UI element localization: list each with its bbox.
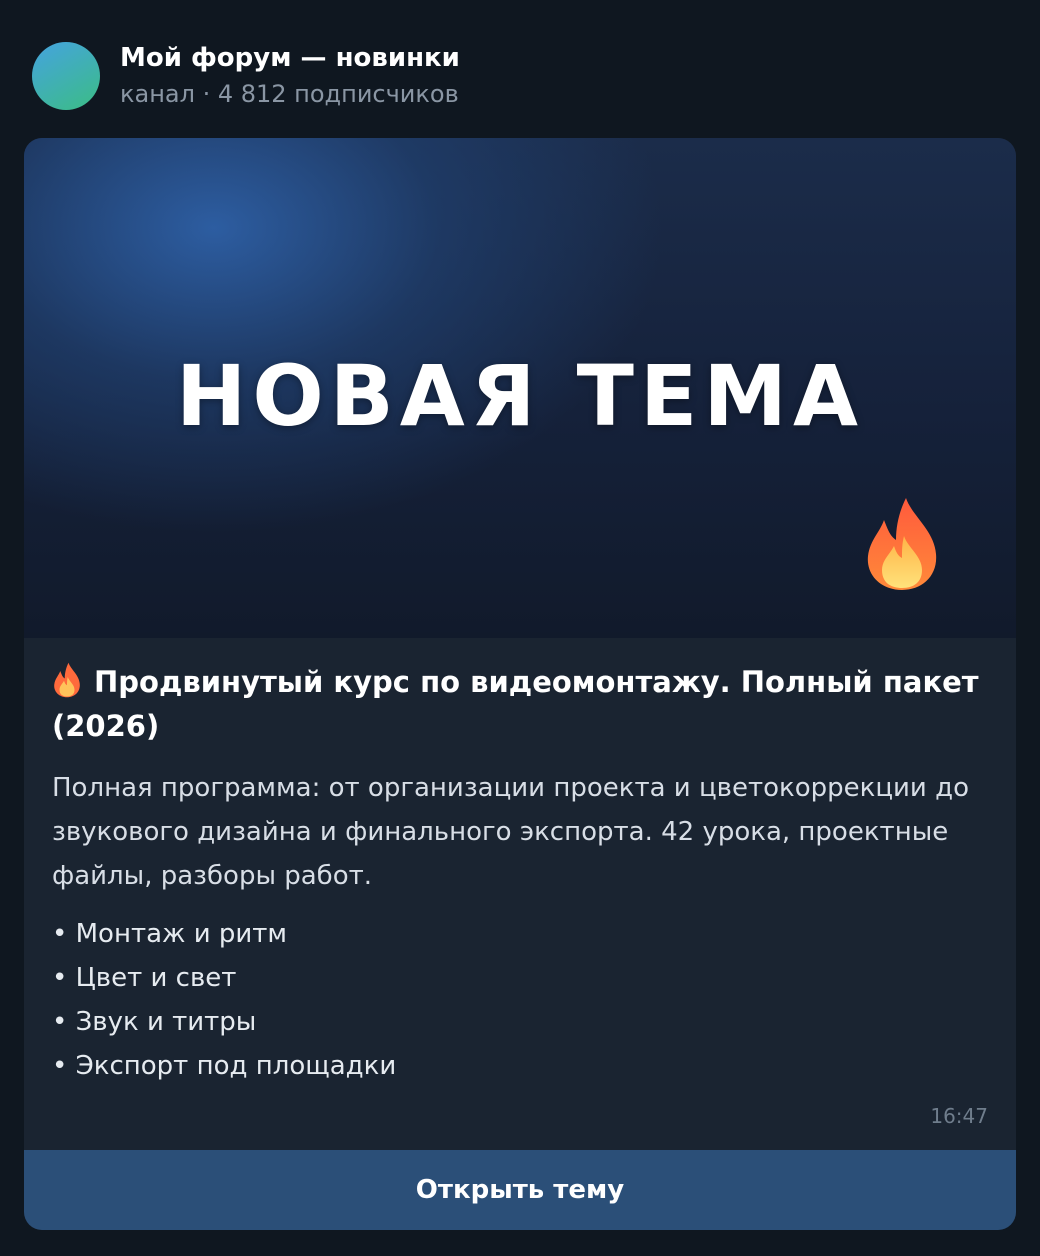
fire-icon — [867, 498, 937, 590]
list-item: • Экспорт под площадки — [52, 1051, 397, 1081]
post-timestamp: 16:47 — [930, 1104, 988, 1128]
open-topic-button[interactable]: Открыть тему — [24, 1150, 1016, 1230]
post-bullet-list: • Монтаж и ритм • Цвет и свет • Звук и т… — [52, 912, 988, 1088]
post-description: Полная программа: от организации проекта… — [52, 773, 969, 891]
post-body: Продвинутый курс по видеомонтажу. Полный… — [52, 660, 988, 1088]
list-item: • Монтаж и ритм — [52, 919, 288, 949]
post-title: Продвинутый курс по видеомонтажу. Полный… — [52, 660, 988, 748]
channel-header: Мой форум — новинки канал · 4 812 подпис… — [32, 40, 460, 112]
post-banner-image[interactable]: НОВАЯ ТЕМА — [24, 138, 1016, 638]
post-title-text: Продвинутый курс по видеомонтажу. Полный… — [52, 665, 979, 743]
list-item: • Звук и титры — [52, 1007, 257, 1037]
channel-info: Мой форум — новинки канал · 4 812 подпис… — [120, 41, 460, 111]
channel-avatar[interactable] — [32, 42, 100, 110]
list-item: • Цвет и свет — [52, 963, 237, 993]
fire-icon — [54, 662, 80, 698]
channel-title[interactable]: Мой форум — новинки — [120, 41, 460, 75]
channel-subscribers: канал · 4 812 подписчиков — [120, 80, 459, 108]
post-card: НОВАЯ ТЕМА Продвинутый курс по видеомонт… — [24, 138, 1016, 1230]
banner-title: НОВАЯ ТЕМА — [176, 347, 864, 445]
